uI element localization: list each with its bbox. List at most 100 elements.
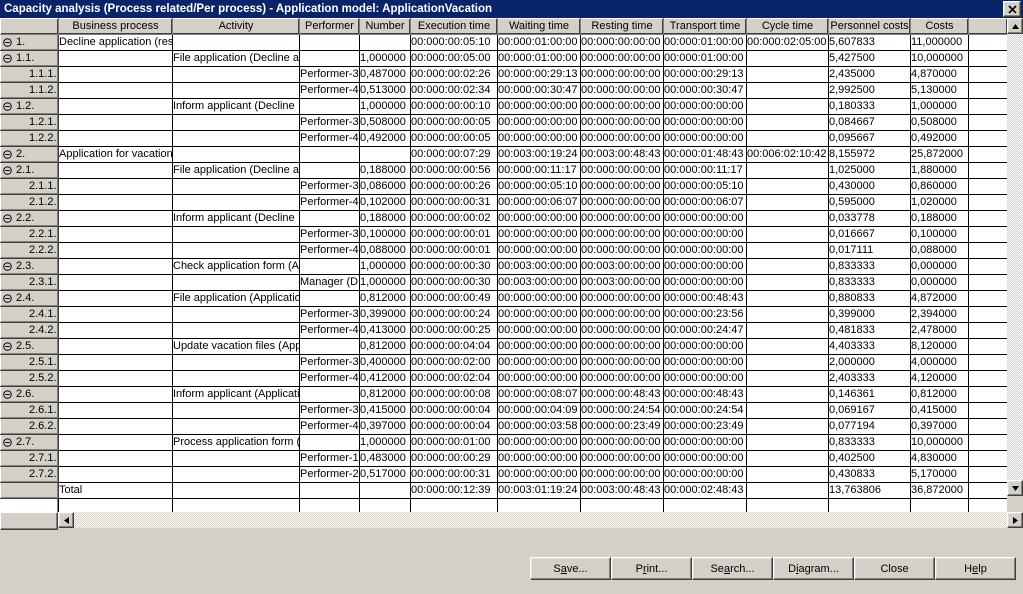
cell-activity[interactable] — [172, 482, 300, 499]
table-row[interactable]: 2.3. Check application form (A 1,000000 00:… — [0, 258, 1007, 275]
column-header-wait[interactable]: Waiting time — [497, 18, 581, 35]
cell-performer[interactable]: Performer-1 — [299, 450, 360, 467]
cell-activity[interactable] — [172, 242, 300, 259]
cell-number[interactable] — [359, 482, 411, 499]
table-row[interactable]: 2.4.1. Performer-3 0,399000 00:000:00:00:24… — [0, 306, 1007, 323]
cell-number[interactable]: 0,088000 — [359, 242, 411, 259]
cell-wait[interactable]: 00:000:01:00:00 — [497, 50, 581, 67]
cell-costs[interactable]: 0,100000 — [910, 226, 969, 243]
scroll-left-arrow-icon[interactable] — [58, 512, 74, 528]
table-row[interactable]: Total 00:000:00:12:39 00:003:01:19:24 00:00… — [0, 482, 1007, 499]
cell-personnel[interactable]: 0,430833 — [828, 466, 911, 483]
table-row[interactable]: 2.2.1. Performer-3 0,100000 00:000:00:00:01… — [0, 226, 1007, 243]
cell-transport[interactable]: 00:000:00:00:00 — [663, 370, 747, 387]
cell-business[interactable] — [58, 210, 173, 227]
cell-cycle[interactable] — [746, 434, 829, 451]
cell-performer[interactable]: Manager (D — [299, 274, 360, 291]
row-header-2.4.2.[interactable]: 2.4.2. — [0, 322, 59, 339]
cell-business[interactable] — [58, 82, 173, 99]
cell-exec[interactable]: 00:000:00:07:29 — [410, 146, 498, 163]
cell-performer[interactable]: Performer-4 — [299, 418, 360, 435]
cell-transport[interactable]: 00:000:00:23:49 — [663, 418, 747, 435]
row-header-1.2.1.[interactable]: 1.2.1. — [0, 114, 59, 131]
cell-costs[interactable]: 4,830000 — [910, 450, 969, 467]
cell-exec[interactable]: 00:000:00:00:24 — [410, 306, 498, 323]
cell-performer[interactable]: Performer-3 — [299, 226, 360, 243]
cell-wait[interactable]: 00:000:00:00:00 — [497, 322, 581, 339]
cell-exec[interactable]: 00:000:00:00:10 — [410, 98, 498, 115]
cell-activity[interactable]: Process application form ( — [172, 434, 300, 451]
cell-exec[interactable]: 00:000:00:00:49 — [410, 290, 498, 307]
cell-activity[interactable]: File application (Decline a — [172, 50, 300, 67]
column-header-exec[interactable]: Execution time — [410, 18, 498, 35]
cell-wait[interactable]: 00:000:00:29:13 — [497, 66, 581, 83]
cell-performer[interactable] — [299, 258, 360, 275]
cell-activity[interactable]: Inform applicant (Applicati — [172, 386, 300, 403]
cell-number[interactable] — [359, 146, 411, 163]
cell-transport[interactable]: 00:000:00:00:00 — [663, 242, 747, 259]
cell-personnel[interactable]: 2,992500 — [828, 82, 911, 99]
row-header-1.1.2.[interactable]: 1.1.2. — [0, 82, 59, 99]
cell-transport[interactable]: 00:000:00:29:13 — [663, 66, 747, 83]
cell-cycle[interactable] — [746, 386, 829, 403]
column-header-rowhdr[interactable] — [0, 18, 59, 35]
horizontal-scrollbar[interactable] — [0, 512, 1023, 530]
table-row[interactable]: 2.2. Inform applicant (Decline 0,188000 00… — [0, 210, 1007, 227]
cell-wait[interactable]: 00:003:01:19:24 — [497, 482, 581, 499]
collapse-toggle-icon[interactable] — [3, 53, 13, 64]
cell-costs[interactable]: 0,492000 — [910, 130, 969, 147]
cell-costs[interactable]: 25,872000 — [910, 146, 969, 163]
cell-cycle[interactable] — [746, 482, 829, 499]
cell-wait[interactable]: 00:000:00:00:00 — [497, 370, 581, 387]
row-header-1.1.[interactable]: 1.1. — [0, 50, 59, 67]
cell-costs[interactable]: 0,000000 — [910, 274, 969, 291]
cell-rest[interactable]: 00:000:00:00:00 — [580, 82, 664, 99]
cell-performer[interactable]: Performer-4 — [299, 130, 360, 147]
table-row[interactable]: 2.7.1. Performer-1 0,483000 00:000:00:00:29… — [0, 450, 1007, 467]
cell-costs[interactable]: 4,120000 — [910, 370, 969, 387]
row-header-2.7.2.[interactable]: 2.7.2. — [0, 466, 59, 483]
cell-transport[interactable]: 00:000:00:48:43 — [663, 290, 747, 307]
scroll-up-arrow-icon[interactable] — [1007, 18, 1023, 34]
column-header-activity[interactable]: Activity — [172, 18, 300, 35]
cell-personnel[interactable]: 0,180333 — [828, 98, 911, 115]
cell-wait[interactable]: 00:000:00:00:00 — [497, 114, 581, 131]
table-row[interactable]: 2.1. File application (Decline a 0,188000 0… — [0, 162, 1007, 179]
cell-exec[interactable]: 00:000:00:00:31 — [410, 466, 498, 483]
cell-cycle[interactable] — [746, 354, 829, 371]
table-row[interactable]: 1.1.2. Performer-4 0,513000 00:000:00:02:34… — [0, 82, 1007, 99]
cell-wait[interactable]: 00:003:00:19:24 — [497, 146, 581, 163]
cell-exec[interactable]: 00:000:00:00:01 — [410, 226, 498, 243]
cell-activity[interactable] — [172, 114, 300, 131]
cell-business[interactable] — [58, 322, 173, 339]
help-button[interactable]: Help — [935, 557, 1016, 580]
cell-exec[interactable]: 00:000:00:00:08 — [410, 386, 498, 403]
cell-activity[interactable] — [172, 322, 300, 339]
cell-performer[interactable] — [299, 98, 360, 115]
cell-personnel[interactable]: 0,146361 — [828, 386, 911, 403]
cell-number[interactable]: 0,517000 — [359, 466, 411, 483]
cell-number[interactable]: 0,812000 — [359, 338, 411, 355]
cell-transport[interactable]: 00:000:00:00:00 — [663, 114, 747, 131]
cell-performer[interactable] — [299, 338, 360, 355]
row-header-2.1.1.[interactable]: 2.1.1. — [0, 178, 59, 195]
cell-rest[interactable]: 00:000:00:00:00 — [580, 370, 664, 387]
cell-costs[interactable]: 36,872000 — [910, 482, 969, 499]
cell-personnel[interactable]: 0,833333 — [828, 274, 911, 291]
cell-transport[interactable]: 00:000:00:24:54 — [663, 402, 747, 419]
cell-business[interactable] — [58, 162, 173, 179]
cell-business[interactable] — [58, 338, 173, 355]
cell-personnel[interactable]: 0,833333 — [828, 434, 911, 451]
cell-performer[interactable] — [299, 434, 360, 451]
cell-cycle[interactable] — [746, 130, 829, 147]
cell-cycle[interactable] — [746, 242, 829, 259]
cell-exec[interactable]: 00:000:00:01:00 — [410, 434, 498, 451]
cell-rest[interactable]: 00:000:00:00:00 — [580, 322, 664, 339]
cell-activity[interactable] — [172, 82, 300, 99]
cell-activity[interactable] — [172, 130, 300, 147]
cell-number[interactable]: 0,397000 — [359, 418, 411, 435]
collapse-toggle-icon[interactable] — [3, 437, 13, 448]
cell-rest[interactable]: 00:000:00:00:00 — [580, 178, 664, 195]
row-header-2.6.1.[interactable]: 2.6.1. — [0, 402, 59, 419]
cell-cycle[interactable] — [746, 322, 829, 339]
